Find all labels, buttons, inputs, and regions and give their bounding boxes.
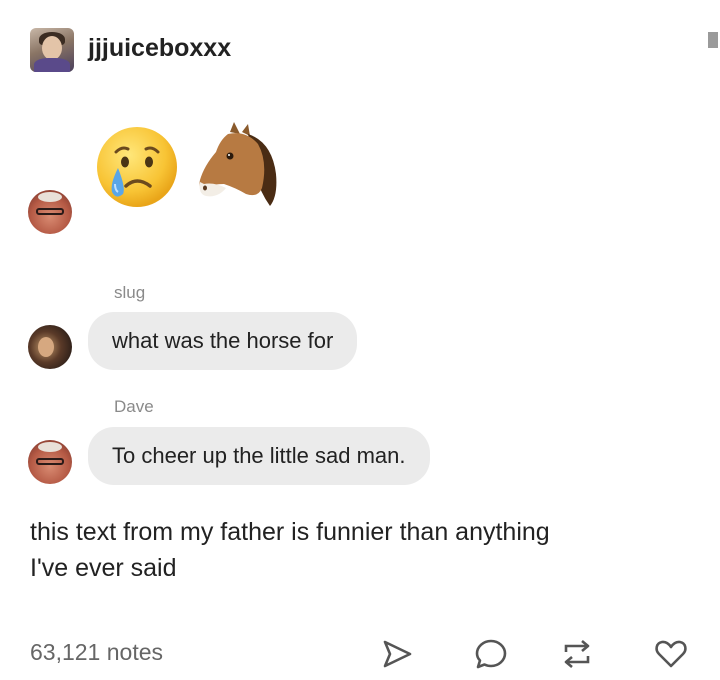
crying-face-icon xyxy=(94,124,180,215)
dave-avatar xyxy=(28,440,72,484)
message-bubble: To cheer up the little sad man. xyxy=(88,427,430,485)
notes-count[interactable]: 63,121 notes xyxy=(30,639,163,666)
scrollbar-thumb[interactable] xyxy=(708,32,718,48)
sender-name: slug xyxy=(114,283,146,302)
sender-name: Dave xyxy=(114,397,154,416)
dave-avatar xyxy=(28,190,72,234)
caption-line: I've ever said xyxy=(30,554,177,582)
like-icon[interactable] xyxy=(654,637,688,671)
share-icon[interactable] xyxy=(380,637,414,671)
post-caption: this text from my father is funnier than… xyxy=(30,514,710,586)
post-username[interactable]: jjjuiceboxxx xyxy=(88,34,231,63)
horse-face-icon xyxy=(196,122,282,217)
message-bubble: what was the horse for xyxy=(88,312,358,370)
reblog-icon[interactable] xyxy=(560,637,594,671)
poster-avatar[interactable] xyxy=(30,28,74,72)
reply-icon[interactable] xyxy=(474,637,508,671)
slug-avatar xyxy=(28,325,72,369)
caption-line: this text from my father is funnier than… xyxy=(30,518,550,546)
